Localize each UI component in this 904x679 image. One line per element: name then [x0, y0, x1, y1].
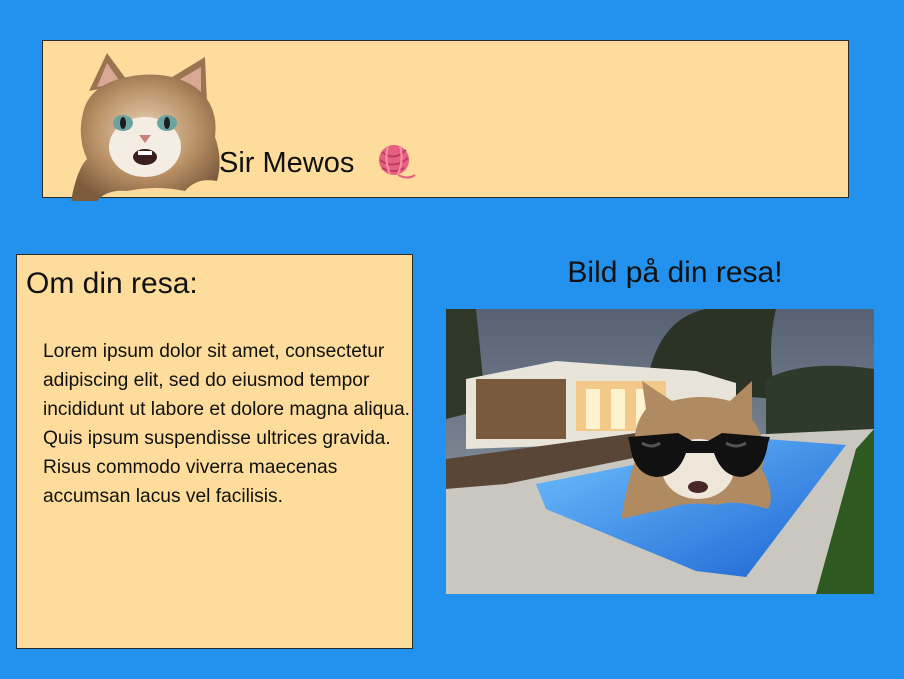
trip-info-text: Lorem ipsum dolor sit amet, consectetur …	[43, 341, 410, 507]
header-banner: Sir Mewos	[42, 40, 849, 201]
yarn-ball-icon	[379, 145, 416, 179]
trip-photo-heading: Bild på din resa!	[567, 256, 783, 289]
site-title: Sir Mewos	[219, 147, 355, 179]
trip-info-heading: Om din resa:	[26, 267, 198, 300]
trip-info-panel: Om din resa: Lorem ipsum dolor sit amet,…	[16, 254, 413, 649]
trip-photo	[446, 309, 874, 594]
kitten-face-icon	[71, 53, 220, 201]
